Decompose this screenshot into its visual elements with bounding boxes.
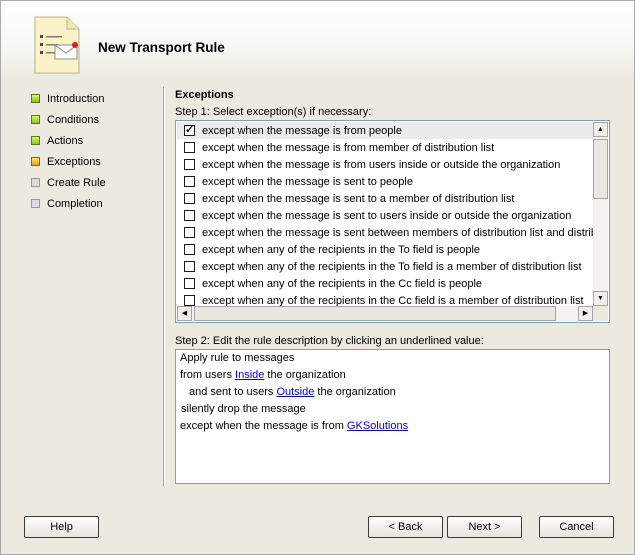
- cancel-button[interactable]: Cancel: [539, 516, 614, 538]
- exception-item[interactable]: except when any of the recipients in the…: [177, 275, 593, 292]
- exception-label: except when the message is from people: [202, 124, 402, 137]
- exception-label: except when the message is from member o…: [202, 141, 495, 154]
- exception-label: except when the message is from users in…: [202, 158, 561, 171]
- exception-label: except when any of the recipients in the…: [202, 260, 582, 273]
- exception-checkbox[interactable]: [184, 295, 195, 306]
- scroll-up-icon[interactable]: ▲: [593, 122, 608, 137]
- gksolutions-link[interactable]: GKSolutions: [347, 420, 408, 432]
- step-complete-icon: [31, 94, 40, 103]
- description-text: Apply rule to messages: [180, 352, 295, 364]
- description-line: except when the message is from GKSoluti…: [180, 420, 408, 432]
- step-conditions[interactable]: Conditions: [31, 109, 106, 130]
- description-line: from users Inside the organization: [180, 369, 346, 381]
- exception-item[interactable]: except when any of the recipients in the…: [177, 241, 593, 258]
- back-button[interactable]: < Back: [368, 516, 443, 538]
- step-label: Actions: [47, 134, 84, 147]
- step-exceptions[interactable]: Exceptions: [31, 151, 106, 172]
- exception-checkbox[interactable]: [184, 142, 195, 153]
- exception-label: except when any of the recipients in the…: [202, 243, 481, 256]
- exception-item[interactable]: except when the message is from people: [177, 122, 593, 139]
- transport-rule-icon: [34, 16, 80, 74]
- inside-link[interactable]: Inside: [235, 369, 264, 381]
- exception-label: except when the message is sent to a mem…: [202, 192, 515, 205]
- step-complete-icon: [31, 136, 40, 145]
- step-current-icon: [31, 157, 40, 166]
- exception-checkbox[interactable]: [184, 176, 195, 187]
- exception-label: except when the message is sent to users…: [202, 209, 572, 222]
- exception-item[interactable]: except when any of the recipients in the…: [177, 258, 593, 275]
- wizard-steps: Introduction Conditions Actions Exceptio…: [31, 88, 106, 214]
- description-line: Apply rule to messages: [180, 352, 294, 364]
- horizontal-scrollbar[interactable]: ◀ ▶: [177, 306, 593, 321]
- description-line: silently drop the message: [181, 403, 306, 415]
- section-title: Exceptions: [175, 89, 234, 101]
- exception-item[interactable]: except when the message is from member o…: [177, 139, 593, 156]
- scroll-right-icon[interactable]: ▶: [578, 306, 593, 321]
- wizard-window: New Transport Rule Introduction Conditio…: [0, 0, 635, 555]
- step-introduction[interactable]: Introduction: [31, 88, 106, 109]
- exception-checkbox[interactable]: [184, 210, 195, 221]
- page-title: New Transport Rule: [98, 40, 225, 55]
- exception-checkbox[interactable]: [184, 227, 195, 238]
- scroll-left-icon[interactable]: ◀: [177, 306, 192, 321]
- exception-item[interactable]: except when the message is sent to users…: [177, 207, 593, 224]
- exception-item[interactable]: except when the message is sent to a mem…: [177, 190, 593, 207]
- description-text: the organization: [264, 369, 346, 381]
- step-create-rule: Create Rule: [31, 172, 106, 193]
- step-label: Conditions: [47, 113, 99, 126]
- exception-checkbox[interactable]: [184, 193, 195, 204]
- exception-item[interactable]: except when the message is from users in…: [177, 156, 593, 173]
- exception-label: except when the message is sent to peopl…: [202, 175, 413, 188]
- scrollbar-corner: [593, 306, 608, 321]
- step1-label: Step 1: Select exception(s) if necessary…: [175, 106, 372, 118]
- description-text: the organization: [314, 386, 396, 398]
- exception-item[interactable]: except when the message is sent to peopl…: [177, 173, 593, 190]
- exceptions-list[interactable]: except when the message is from people e…: [175, 120, 610, 323]
- outside-link[interactable]: Outside: [276, 386, 314, 398]
- description-text: except when the message is from: [180, 420, 347, 432]
- description-text: and sent to users: [189, 386, 277, 398]
- exception-checkbox[interactable]: [184, 123, 195, 136]
- wizard-header: New Transport Rule: [1, 1, 634, 79]
- description-text: from users: [180, 369, 236, 381]
- description-text: silently drop the message: [181, 403, 306, 415]
- next-button[interactable]: Next >: [447, 516, 522, 538]
- exception-item[interactable]: except when the message is sent between …: [177, 224, 593, 241]
- scroll-down-icon[interactable]: ▼: [593, 291, 608, 306]
- help-button[interactable]: Help: [24, 516, 99, 538]
- exception-checkbox[interactable]: [184, 244, 195, 255]
- exception-label: except when any of the recipients in the…: [202, 277, 483, 290]
- step-pending-icon: [31, 199, 40, 208]
- step-complete-icon: [31, 115, 40, 124]
- rule-description: Apply rule to messages from users Inside…: [175, 349, 610, 484]
- exception-checkbox[interactable]: [184, 261, 195, 272]
- exception-label: except when the message is sent between …: [202, 226, 593, 239]
- exception-label: except when any of the recipients in the…: [202, 294, 584, 307]
- step2-label: Step 2: Edit the rule description by cli…: [175, 335, 484, 347]
- step-actions[interactable]: Actions: [31, 130, 106, 151]
- step-label: Exceptions: [47, 155, 101, 168]
- step-pending-icon: [31, 178, 40, 187]
- description-line: and sent to users Outside the organizati…: [189, 386, 396, 398]
- steps-divider: [163, 87, 164, 487]
- exception-checkbox[interactable]: [184, 159, 195, 170]
- exception-checkbox[interactable]: [184, 278, 195, 289]
- step-label: Completion: [47, 197, 103, 210]
- step-completion: Completion: [31, 193, 106, 214]
- vertical-scroll-thumb[interactable]: [593, 139, 608, 199]
- horizontal-scroll-thumb[interactable]: [194, 306, 556, 321]
- step-label: Introduction: [47, 92, 105, 105]
- step-label: Create Rule: [47, 176, 106, 189]
- vertical-scrollbar[interactable]: ▲ ▼: [593, 122, 608, 306]
